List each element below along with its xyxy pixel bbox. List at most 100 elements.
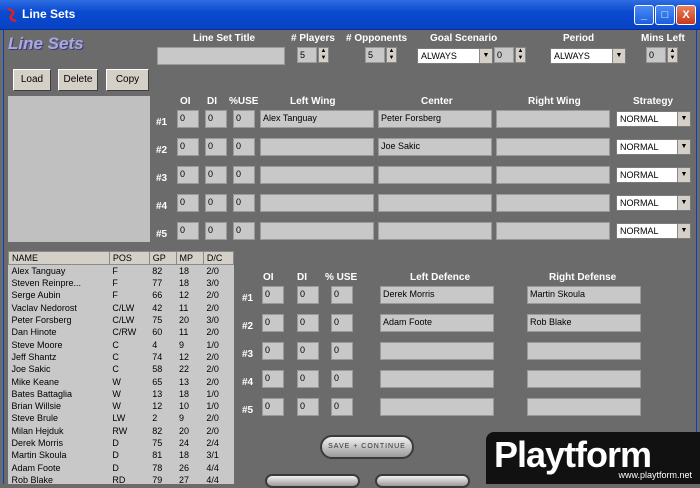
fwd-c-slot[interactable] [378, 166, 492, 184]
table-row[interactable]: Steven Reinpre... F 77 18 3/0 [9, 277, 234, 289]
load-button[interactable]: Load [13, 69, 51, 91]
goal-scenario-select[interactable]: ALWAYS ▼ [417, 48, 493, 64]
mins-left-input[interactable]: 0 [646, 47, 666, 63]
def-oi-input[interactable]: 0 [262, 370, 284, 388]
chevron-down-icon[interactable]: ▼ [677, 196, 690, 210]
strategy-select[interactable]: NORMAL ▼ [616, 139, 691, 155]
fwd-rw-slot[interactable] [496, 110, 610, 128]
fwd-rw-slot[interactable] [496, 222, 610, 240]
fwd-di-input[interactable]: 0 [205, 166, 227, 184]
table-row[interactable]: Serge Aubin F 66 12 2/0 [9, 289, 234, 301]
def-rd-slot[interactable] [527, 398, 641, 416]
fwd-c-slot[interactable] [378, 194, 492, 212]
spin-up-icon[interactable]: ▲ [516, 48, 525, 55]
def-di-input[interactable]: 0 [297, 314, 319, 332]
def-di-input[interactable]: 0 [297, 342, 319, 360]
table-row[interactable]: Alex Tanguay F 82 18 2/0 [9, 265, 234, 278]
column-header[interactable]: MP [175, 251, 204, 265]
strategy-select[interactable]: NORMAL ▼ [616, 111, 691, 127]
fwd-lw-slot[interactable] [260, 194, 374, 212]
def-di-input[interactable]: 0 [297, 370, 319, 388]
fwd-oi-input[interactable]: 0 [177, 138, 199, 156]
table-row[interactable]: Steve Moore C 4 9 1/0 [9, 338, 234, 350]
spin-down-icon[interactable]: ▼ [516, 55, 525, 62]
table-row[interactable]: Brian Willsie W 12 10 1/0 [9, 400, 234, 412]
title-bar[interactable]: Line Sets _ □ X [0, 0, 700, 30]
def-rd-slot[interactable] [527, 370, 641, 388]
table-row[interactable]: Milan Hejduk RW 82 20 2/0 [9, 425, 234, 437]
spin-down-icon[interactable]: ▼ [319, 55, 328, 62]
minimize-button[interactable]: _ [634, 5, 654, 25]
def-rd-slot[interactable]: Martin Skoula [527, 286, 641, 304]
def-use-input[interactable]: 0 [331, 342, 353, 360]
opponents-input[interactable]: 5 [365, 47, 385, 63]
table-row[interactable]: Bates Battaglia W 13 18 1/0 [9, 388, 234, 400]
spin-up-icon[interactable]: ▲ [668, 48, 677, 55]
period-select[interactable]: ALWAYS ▼ [550, 48, 626, 64]
fwd-c-slot[interactable]: Peter Forsberg [378, 110, 492, 128]
fwd-oi-input[interactable]: 0 [177, 222, 199, 240]
def-oi-input[interactable]: 0 [262, 342, 284, 360]
fwd-use-input[interactable]: 0 [233, 222, 255, 240]
column-header[interactable]: D/C [202, 251, 234, 265]
fwd-di-input[interactable]: 0 [205, 138, 227, 156]
table-row[interactable]: Mike Keane W 65 13 2/0 [9, 375, 234, 387]
players-stepper[interactable]: ▲ ▼ [318, 47, 329, 63]
def-use-input[interactable]: 0 [331, 398, 353, 416]
def-use-input[interactable]: 0 [331, 286, 353, 304]
table-row[interactable]: Jeff Shantz C 74 12 2/0 [9, 351, 234, 363]
fwd-c-slot[interactable] [378, 222, 492, 240]
column-header[interactable]: GP [148, 251, 177, 265]
strategy-select[interactable]: NORMAL ▼ [616, 195, 691, 211]
fwd-lw-slot[interactable] [260, 138, 374, 156]
def-di-input[interactable]: 0 [297, 286, 319, 304]
bottom-button-right[interactable] [375, 474, 470, 488]
fwd-oi-input[interactable]: 0 [177, 110, 199, 128]
column-header[interactable]: NAME [8, 251, 110, 265]
def-use-input[interactable]: 0 [331, 314, 353, 332]
spin-up-icon[interactable]: ▲ [319, 48, 328, 55]
strategy-select[interactable]: NORMAL ▼ [616, 167, 691, 183]
line-set-title-input[interactable] [157, 47, 285, 65]
def-oi-input[interactable]: 0 [262, 398, 284, 416]
def-di-input[interactable]: 0 [297, 398, 319, 416]
chevron-down-icon[interactable]: ▼ [677, 168, 690, 182]
table-row[interactable]: Rob Blake RD 79 27 4/4 [9, 474, 234, 484]
fwd-rw-slot[interactable] [496, 138, 610, 156]
fwd-use-input[interactable]: 0 [233, 138, 255, 156]
chevron-down-icon[interactable]: ▼ [612, 49, 625, 63]
fwd-lw-slot[interactable] [260, 222, 374, 240]
table-row[interactable]: Martin Skoula D 81 18 3/1 [9, 449, 234, 461]
opponents-stepper[interactable]: ▲ ▼ [386, 47, 397, 63]
fwd-oi-input[interactable]: 0 [177, 194, 199, 212]
goal-scenario-number[interactable]: 0 [494, 47, 514, 63]
maximize-button[interactable]: □ [655, 5, 675, 25]
def-ld-slot[interactable]: Derek Morris [380, 286, 494, 304]
chevron-down-icon[interactable]: ▼ [677, 224, 690, 238]
def-rd-slot[interactable]: Rob Blake [527, 314, 641, 332]
chevron-down-icon[interactable]: ▼ [677, 140, 690, 154]
def-oi-input[interactable]: 0 [262, 314, 284, 332]
line-sets-list[interactable] [8, 96, 150, 242]
fwd-di-input[interactable]: 0 [205, 110, 227, 128]
def-ld-slot[interactable] [380, 342, 494, 360]
def-rd-slot[interactable] [527, 342, 641, 360]
chevron-down-icon[interactable]: ▼ [677, 112, 690, 126]
table-row[interactable]: Vaclav Nedorost C/LW 42 11 2/0 [9, 302, 234, 314]
mins-left-stepper[interactable]: ▲ ▼ [667, 47, 678, 63]
table-row[interactable]: Derek Morris D 75 24 2/4 [9, 437, 234, 449]
save-continue-button[interactable]: SAVE + CONTINUE [320, 435, 414, 459]
def-oi-input[interactable]: 0 [262, 286, 284, 304]
players-input[interactable]: 5 [297, 47, 317, 63]
fwd-rw-slot[interactable] [496, 194, 610, 212]
table-row[interactable]: Steve Brule LW 2 9 2/0 [9, 412, 234, 424]
strategy-select[interactable]: NORMAL ▼ [616, 223, 691, 239]
spin-down-icon[interactable]: ▼ [668, 55, 677, 62]
copy-button[interactable]: Copy [106, 69, 149, 91]
fwd-use-input[interactable]: 0 [233, 110, 255, 128]
def-ld-slot[interactable] [380, 370, 494, 388]
goal-scenario-stepper[interactable]: ▲ ▼ [515, 47, 526, 63]
spin-down-icon[interactable]: ▼ [387, 55, 396, 62]
table-row[interactable]: Joe Sakic C 58 22 2/0 [9, 363, 234, 375]
bottom-button-left[interactable] [265, 474, 360, 488]
